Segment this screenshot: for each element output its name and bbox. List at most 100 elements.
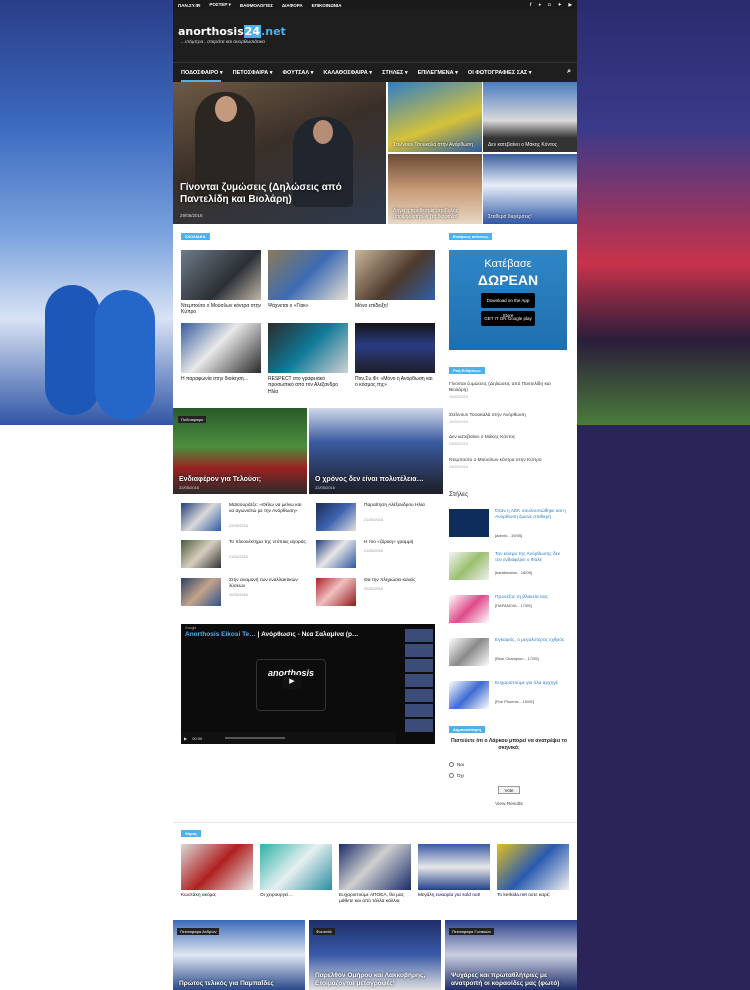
play-icon[interactable]: ▶ (282, 675, 302, 689)
feed-item[interactable]: Γίνονται ζυμώσεις (Δηλώσεις από Παντελίδ… (449, 382, 569, 399)
bottom-feature-tag[interactable]: Φουτσάλ (313, 928, 335, 935)
list-item-title[interactable]: Θα την πληρώσει κανείς (364, 578, 441, 584)
bottom-feature-title[interactable]: Παρελθόν Ομήρου και Λακκοβήρης, Ετοιμάζο… (315, 972, 439, 988)
radio-button[interactable] (449, 762, 454, 767)
list-item[interactable]: Το πλεονέκτημα της ντόπιας αγοράς 21/05/… (181, 540, 306, 570)
feed-item[interactable]: Στέλνουν Τσουκαλά στην Ανόρθωση 29/05/20… (449, 413, 569, 424)
sports-tile[interactable]: Οι χειρουργεί… (260, 844, 332, 899)
view-results-link[interactable]: View Results (449, 802, 569, 807)
sports-tile[interactable]: To kerkida.net ουτε καρέ; (497, 844, 569, 899)
bottom-feature-tag[interactable]: Πετόσφαιρα Ανδρών (177, 928, 220, 935)
column-item-title[interactable]: Προσέξτε τη βλακεία σας (495, 595, 567, 601)
list-item[interactable]: Θα την πληρώσει κανείς 20/05/2016 (316, 578, 441, 608)
sports-tile[interactable]: Μεγάλη ευκαιρία για sold out! (418, 844, 490, 899)
bottom-feature-tag[interactable]: Πετόσφαιρα Γυναικών (449, 928, 495, 935)
top-menu-item[interactable]: ΒΑΘΜΟΛΟΓΙΕΣ (240, 3, 273, 8)
hero-main-article[interactable]: Γίνονται ζυμώσεις (Δηλώσεις από Παντελίδ… (173, 82, 386, 224)
sports-tile[interactable]: Κωστάκη ακόμα; (181, 844, 253, 899)
sports-tile-title[interactable]: Μεγάλη ευκαιρία για sold out! (418, 893, 490, 899)
bottom-feature[interactable]: Πετόσφαιρα Ανδρών Πρώτος τελικός για Παμ… (173, 920, 305, 990)
poll-option[interactable]: Ναι (449, 762, 569, 767)
column-item-title[interactable]: Εγκαιρός, ο μεγαλύτερος εχθρός (495, 638, 567, 644)
feature-article[interactable]: Ποδόσφαιρο Ενδιαφέρον για Τελούσι; 22/05… (173, 408, 307, 494)
news-tile[interactable]: Μόνο επίδειξη! (355, 250, 435, 309)
poll-option[interactable]: Όχι (449, 773, 569, 778)
play-control-icon[interactable]: ▶ (184, 736, 187, 741)
site-logo[interactable]: anorthosis24.net (178, 25, 286, 38)
list-item-title[interactable]: Το πλεονέκτημα της ντόπιας αγοράς (229, 540, 306, 546)
hero-small-title[interactable]: Στέλνουν Τσουκαλά στην Ανόρθωση (393, 142, 479, 148)
column-item[interactable]: Προσέξτε τη βλακεία σας [ΠΑΡΑΝΟΙΑ…17/05] (449, 595, 571, 633)
nav-item-football[interactable]: ΠΟΔΟΣΦΑΙΡΟ ▾ (181, 70, 223, 76)
sports-tile-title[interactable]: Οι χειρουργεί… (260, 893, 332, 899)
hero-small-article[interactable]: Λήγει η προθεσμία υποβολής υποψηφιοτήτων… (388, 154, 482, 224)
news-tile-title[interactable]: RESPECT στο γραφειακό προσωπικό από τον … (268, 376, 348, 395)
nav-item-volleyball[interactable]: ΠΕΤΟΣΦΑΙΡΑ ▾ (233, 70, 273, 76)
column-item-title[interactable]: Όταν η ΑΕΚ σουλουπώθηκε και η Ανόρθωση έ… (495, 509, 567, 521)
vote-button[interactable]: Vote (498, 786, 520, 794)
column-item[interactable]: Ευχαριστούμε για όλα αρχηγέ [Fire Phoeni… (449, 681, 571, 719)
sports-tile-title[interactable]: Κωστάκη ακόμα; (181, 893, 253, 899)
sports-tile[interactable]: Ευχαριστούμε ΑΠΟΕΛ, θα μας μάθετε και απ… (339, 844, 411, 905)
hero-small-article[interactable]: Στέλνουν Τσουκαλά στην Ανόρθωση (388, 82, 482, 152)
video-thumb[interactable] (405, 719, 433, 732)
feed-item-title[interactable]: Στέλνουν Τσουκαλά στην Ανόρθωση (449, 413, 569, 419)
list-item-title[interactable]: Η πιο «ζόρικη» γραμμή (364, 540, 441, 546)
list-item-title[interactable]: Στην αναμονή των εναλλακτικών λύσεων (229, 578, 306, 590)
video-title-text[interactable]: Ανόρθωσις - Νεα Σαλαμίνα (p… (261, 631, 358, 638)
video-thumb[interactable] (405, 644, 433, 657)
video-title[interactable]: Anorthosis Eikosi Te… | Ανόρθωσις - Νεα … (185, 631, 358, 638)
feed-item-title[interactable]: Ντεμπούτο ο Μούσλων κόντρα στην Κύπρο (449, 458, 569, 464)
feature-article[interactable]: Ο χρόνος δεν είναι πολυτέλεια… 22/05/201… (309, 408, 443, 494)
top-menu-item[interactable]: ΕΠΙΚΟΙΝΩΝΙΑ (312, 3, 342, 8)
column-item-title[interactable]: Ευχαριστούμε για όλα αρχηγέ (495, 681, 567, 687)
video-player[interactable]: Google Anorthosis Eikosi Te… | Ανόρθωσις… (181, 624, 435, 744)
hero-small-article[interactable]: Σταθερά διεγέρσεις! (483, 154, 577, 224)
news-tile-title[interactable]: Ψάχνεται ο «Γίακ» (268, 303, 348, 309)
video-thumb[interactable] (405, 689, 433, 702)
list-item[interactable]: Μαϊσουράτζε: «Θέλω να μείνω και να αγωνι… (181, 503, 306, 533)
app-banner[interactable]: Κατέβασε ΔΩΡΕΑΝ Download on the App Stor… (449, 250, 567, 350)
list-item-title[interactable]: Παραίτηση Αλέξανδρου Ηλία (364, 503, 441, 509)
sports-tile-title[interactable]: To kerkida.net ουτε καρέ; (497, 893, 569, 899)
news-tile[interactable]: Ντεμπούτο ο Μούσλων κόντρα στην Κύπρο (181, 250, 261, 316)
news-tile-title[interactable]: Μόνο επίδειξη! (355, 303, 435, 309)
hero-small-title[interactable]: Λήγει η προθεσμία υποβολής υποψηφιοτήτων… (393, 208, 479, 220)
hero-small-title[interactable]: Δεν κατεβαίνει ο Μάκης Κόντος (488, 142, 574, 148)
poll-option-label[interactable]: Όχι (457, 773, 464, 778)
youtube-icon[interactable]: ▶ (569, 2, 572, 8)
video-thumb[interactable] (405, 659, 433, 672)
bottom-feature[interactable]: Πετόσφαιρα Γυναικών Ψυχάρες και πρωταθλή… (445, 920, 577, 990)
hero-main-title[interactable]: Γίνονται ζυμώσεις (Δηλώσεις από Παντελίδ… (180, 182, 380, 206)
video-progress[interactable] (225, 737, 285, 739)
feature-title[interactable]: Ενδιαφέρον για Τελούσι; (179, 476, 261, 483)
news-tile[interactable]: Παν.Συ.Φι: «Μόνο η Ανόρθωση και ο κόσμος… (355, 323, 435, 389)
feed-item-title[interactable]: Γίνονται ζυμώσεις (Δηλώσεις από Παντελίδ… (449, 382, 569, 394)
list-item[interactable]: Η πιο «ζόρικη» γραμμή 21/05/2016 (316, 540, 441, 570)
feature-tag[interactable]: Ποδόσφαιρο (178, 416, 207, 423)
hero-small-title[interactable]: Σταθερά διεγέρσεις! (488, 214, 574, 220)
radio-button[interactable] (449, 773, 454, 778)
news-tile-title[interactable]: Ντεμπούτο ο Μούσλων κόντρα στην Κύπρο (181, 303, 261, 316)
news-tile-title[interactable]: Παν.Συ.Φι: «Μόνο η Ανόρθωση και ο κόσμος… (355, 376, 435, 389)
hero-small-article[interactable]: Δεν κατεβαίνει ο Μάκης Κόντος (483, 82, 577, 152)
instagram-icon[interactable]: ◘ (548, 2, 551, 8)
video-thumb[interactable] (405, 704, 433, 717)
nav-item-photos[interactable]: ΟΙ ΦΩΤΟΓΡΑΦΙΕΣ ΣΑΣ ▾ (468, 70, 532, 76)
bottom-feature-title[interactable]: Ψυχάρες και πρωταθλήτριες με ανατροπή οι… (451, 972, 575, 988)
column-item[interactable]: Όταν η ΑΕΚ σουλουπώθηκε και η Ανόρθωση έ… (449, 509, 571, 547)
top-menu-item[interactable]: ΠΑΝ.ΣΥ.ΦΙ (178, 3, 200, 8)
news-tile[interactable]: RESPECT στο γραφειακό προσωπικό από τον … (268, 323, 348, 395)
list-item-title[interactable]: Μαϊσουράτζε: «Θέλω να μείνω και να αγωνι… (229, 503, 306, 515)
news-tile[interactable]: Η παραφωνία στην διοίκηση… (181, 323, 261, 382)
news-tile-title[interactable]: Η παραφωνία στην διοίκηση… (181, 376, 261, 382)
feed-item[interactable]: Δεν κατεβαίνει ο Μάκης Κόντος 23/05/2016 (449, 435, 569, 446)
search-icon[interactable]: ⌕ (567, 68, 571, 76)
nav-item-basketball[interactable]: ΚΑΛΑΘΟΣΦΑΙΡΑ ▾ (323, 70, 372, 76)
column-item[interactable]: Τον κόσμο της Ανόρθωσης δεν τον ενδιαφέρ… (449, 552, 571, 590)
feed-item[interactable]: Ντεμπούτο ο Μούσλων κόντρα στην Κύπρο 23… (449, 458, 569, 469)
column-item[interactable]: Εγκαιρός, ο μεγαλύτερος εχθρός [Blue Cha… (449, 638, 571, 676)
flickr-icon[interactable]: ● (538, 2, 541, 8)
sports-tile-title[interactable]: Ευχαριστούμε ΑΠΟΕΛ, θα μας μάθετε και απ… (339, 893, 411, 905)
twitter-icon[interactable]: ✦ (558, 2, 562, 8)
